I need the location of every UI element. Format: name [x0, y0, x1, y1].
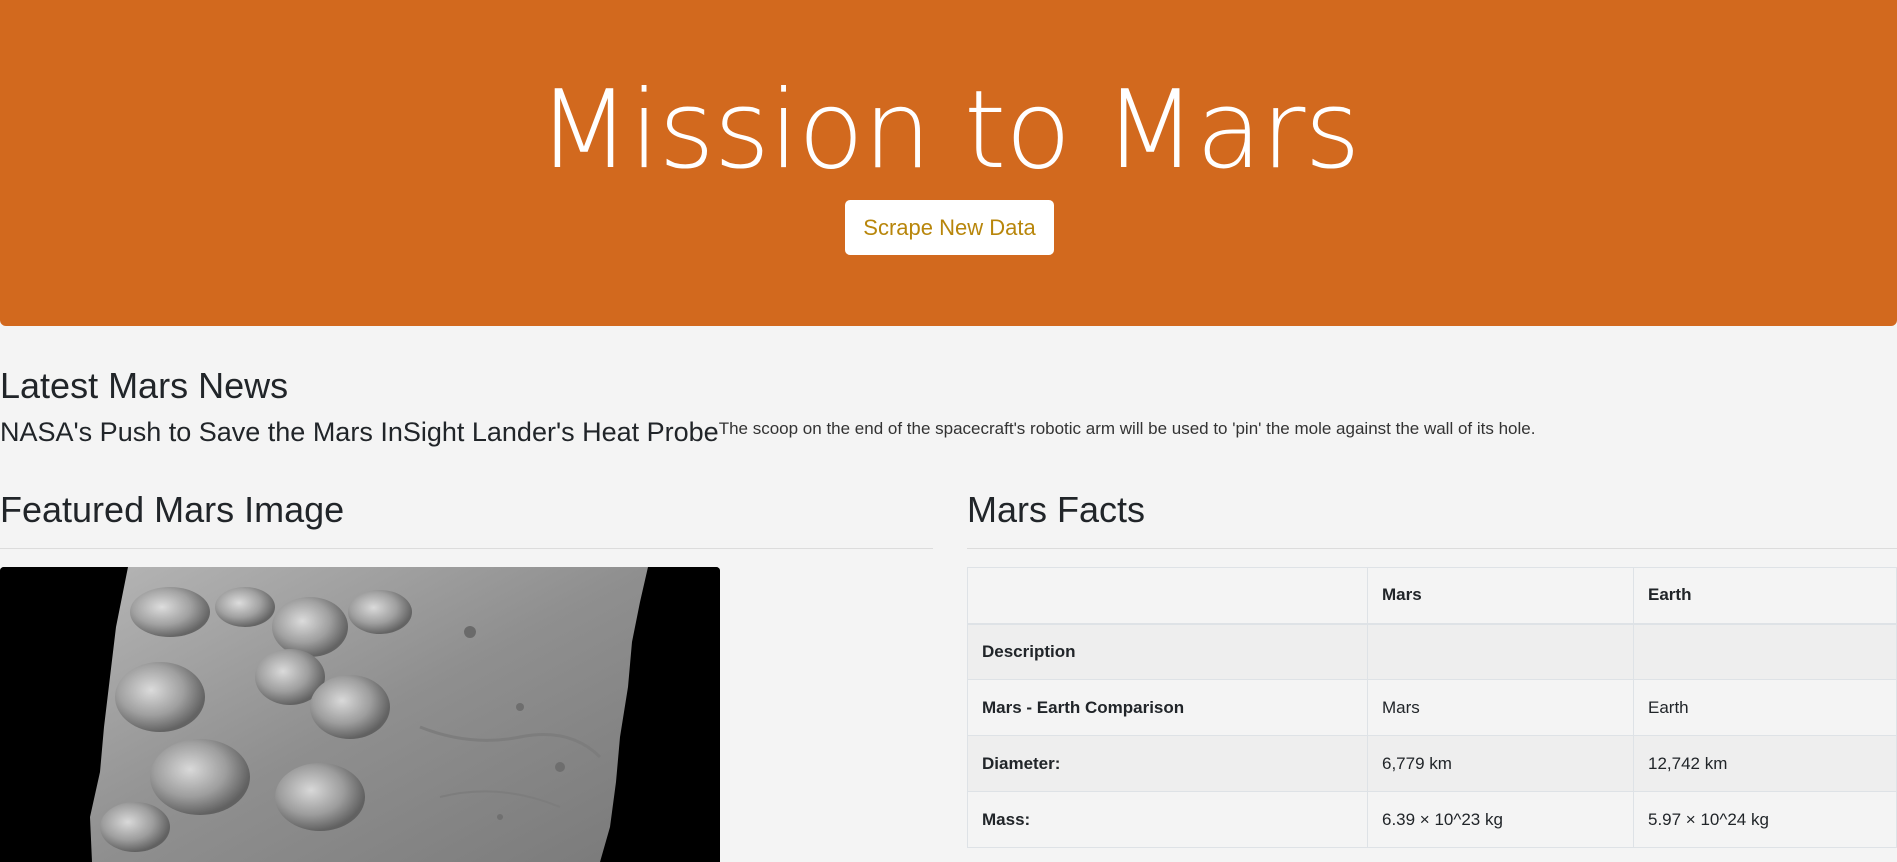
header-banner: Mission to Mars Scrape New Data [0, 0, 1897, 326]
row-label: Description [967, 623, 1368, 680]
earth-value [1633, 623, 1897, 680]
mars-facts-table: Mars Earth Description Mars - Earth Comp… [967, 567, 1897, 848]
featured-mars-image [0, 567, 720, 862]
news-section-title: Latest Mars News [0, 365, 289, 406]
table-header-cell: Mars [1367, 567, 1634, 625]
row-label: Mass: [967, 791, 1368, 848]
row-label: Mars - Earth Comparison [967, 679, 1368, 736]
featured-divider [0, 548, 933, 549]
table-row: Mars - Earth Comparison Mars Earth [967, 679, 1897, 736]
news-teaser: The scoop on the end of the spacecraft's… [718, 419, 1536, 438]
earth-value: Earth [1633, 679, 1897, 736]
row-label: Diameter: [967, 735, 1368, 792]
table-row: Description [967, 623, 1897, 680]
news-headline: NASA's Push to Save the Mars InSight Lan… [0, 417, 719, 447]
scrape-new-data-button[interactable]: Scrape New Data [845, 200, 1054, 255]
mars-value [1367, 623, 1634, 680]
facts-divider [967, 548, 1897, 549]
news-item: NASA's Push to Save the Mars InSight Lan… [0, 414, 1535, 450]
earth-value: 5.97 × 10^24 kg [1633, 791, 1897, 848]
mars-facts-section-title: Mars Facts [967, 489, 1146, 530]
featured-image-section-title: Featured Mars Image [0, 489, 345, 530]
earth-value: 12,742 km [1633, 735, 1897, 792]
mars-value: Mars [1367, 679, 1634, 736]
page-title: Mission to Mars [537, 68, 1360, 193]
table-header-cell: Earth [1633, 567, 1897, 625]
mars-surface-image [0, 567, 720, 862]
mars-value: 6.39 × 10^23 kg [1367, 791, 1634, 848]
mars-value: 6,779 km [1367, 735, 1634, 792]
table-row: Diameter: 6,779 km 12,742 km [967, 735, 1897, 792]
table-header-cell [967, 567, 1368, 625]
table-header-row: Mars Earth [967, 567, 1897, 625]
table-row: Mass: 6.39 × 10^23 kg 5.97 × 10^24 kg [967, 791, 1897, 848]
